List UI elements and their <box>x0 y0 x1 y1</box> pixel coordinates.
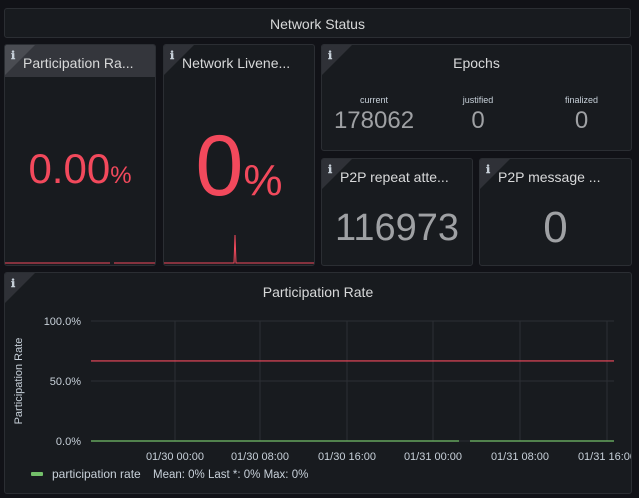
stat-unit: % <box>243 156 283 205</box>
epoch-finalized: finalized 0 <box>530 95 631 135</box>
legend-swatch <box>31 472 43 476</box>
y-tick-label: 0.0% <box>56 436 81 448</box>
dashboard-row-header[interactable]: Network Status <box>4 8 631 38</box>
panel-title: P2P repeat atte... <box>340 169 449 185</box>
stat-value: 0.00% <box>5 145 155 193</box>
x-tick-label: 01/31 16:00 <box>578 451 632 463</box>
info-icon[interactable]: ℹ <box>11 49 15 62</box>
stat-number: 0 <box>195 118 244 214</box>
x-tick-label: 01/31 08:00 <box>491 451 549 463</box>
stat-value: 116973 <box>335 207 459 249</box>
y-tick-label: 50.0% <box>50 376 81 388</box>
panel-title: Network Livene... <box>182 55 291 71</box>
legend-stats: Mean: 0% Last *: 0% Max: 0% <box>153 469 308 481</box>
x-tick-label: 01/30 00:00 <box>146 451 204 463</box>
sparkline <box>5 262 155 264</box>
legend-series-name: participation rate <box>52 467 141 481</box>
y-tick-label: 100.0% <box>44 316 82 328</box>
epoch-justified: justified 0 <box>426 95 530 135</box>
row-title: Network Status <box>270 16 365 32</box>
participation-rate-chart[interactable]: 100.0% 50.0% 0.0% 01/30 00:00 01/30 08:00 01/… <box>5 273 632 494</box>
stat-number: 0.00 <box>28 145 111 192</box>
stat-value: 0 <box>543 203 568 252</box>
epoch-label: finalized <box>564 95 599 105</box>
panel-title: P2P message ... <box>498 169 601 185</box>
panel-title: Participation Ra... <box>23 55 134 71</box>
info-icon[interactable]: ℹ <box>328 163 332 176</box>
info-icon[interactable]: ℹ <box>170 49 174 62</box>
epoch-value: 178062 <box>333 107 415 134</box>
sparkline <box>164 234 314 264</box>
info-icon[interactable]: ℹ <box>486 163 490 176</box>
network-liveness-stat-panel[interactable]: ℹ Network Livene... 0% <box>163 44 315 266</box>
epoch-label: current <box>359 95 388 105</box>
stat-value: 0% <box>164 123 314 209</box>
panel-title: Epochs <box>453 55 500 71</box>
epoch-current: current 178062 <box>322 95 426 135</box>
p2p-message-stat-panel[interactable]: ℹ P2P message ... 0 <box>479 158 632 266</box>
y-axis-label: Participation Rate <box>13 338 25 425</box>
p2p-repeat-stat-panel[interactable]: ℹ P2P repeat atte... 116973 <box>321 158 473 266</box>
x-tick-label: 01/30 08:00 <box>231 451 289 463</box>
epoch-value: 0 <box>574 107 589 134</box>
epochs-stat-panel[interactable]: ℹ Epochs current 178062 justified 0 fina… <box>321 44 632 151</box>
participation-rate-graph-panel[interactable]: ℹ Participation Rate 100.0% 50.0% 0.0% 01/3… <box>4 272 632 494</box>
x-tick-label: 01/31 00:00 <box>404 451 462 463</box>
x-tick-label: 01/30 16:00 <box>318 451 376 463</box>
participation-rate-stat-panel[interactable]: ℹ Participation Ra... 0.00% <box>4 44 156 266</box>
epoch-label: justified <box>462 95 494 105</box>
stat-unit: % <box>110 162 132 189</box>
epoch-value: 0 <box>471 107 485 134</box>
